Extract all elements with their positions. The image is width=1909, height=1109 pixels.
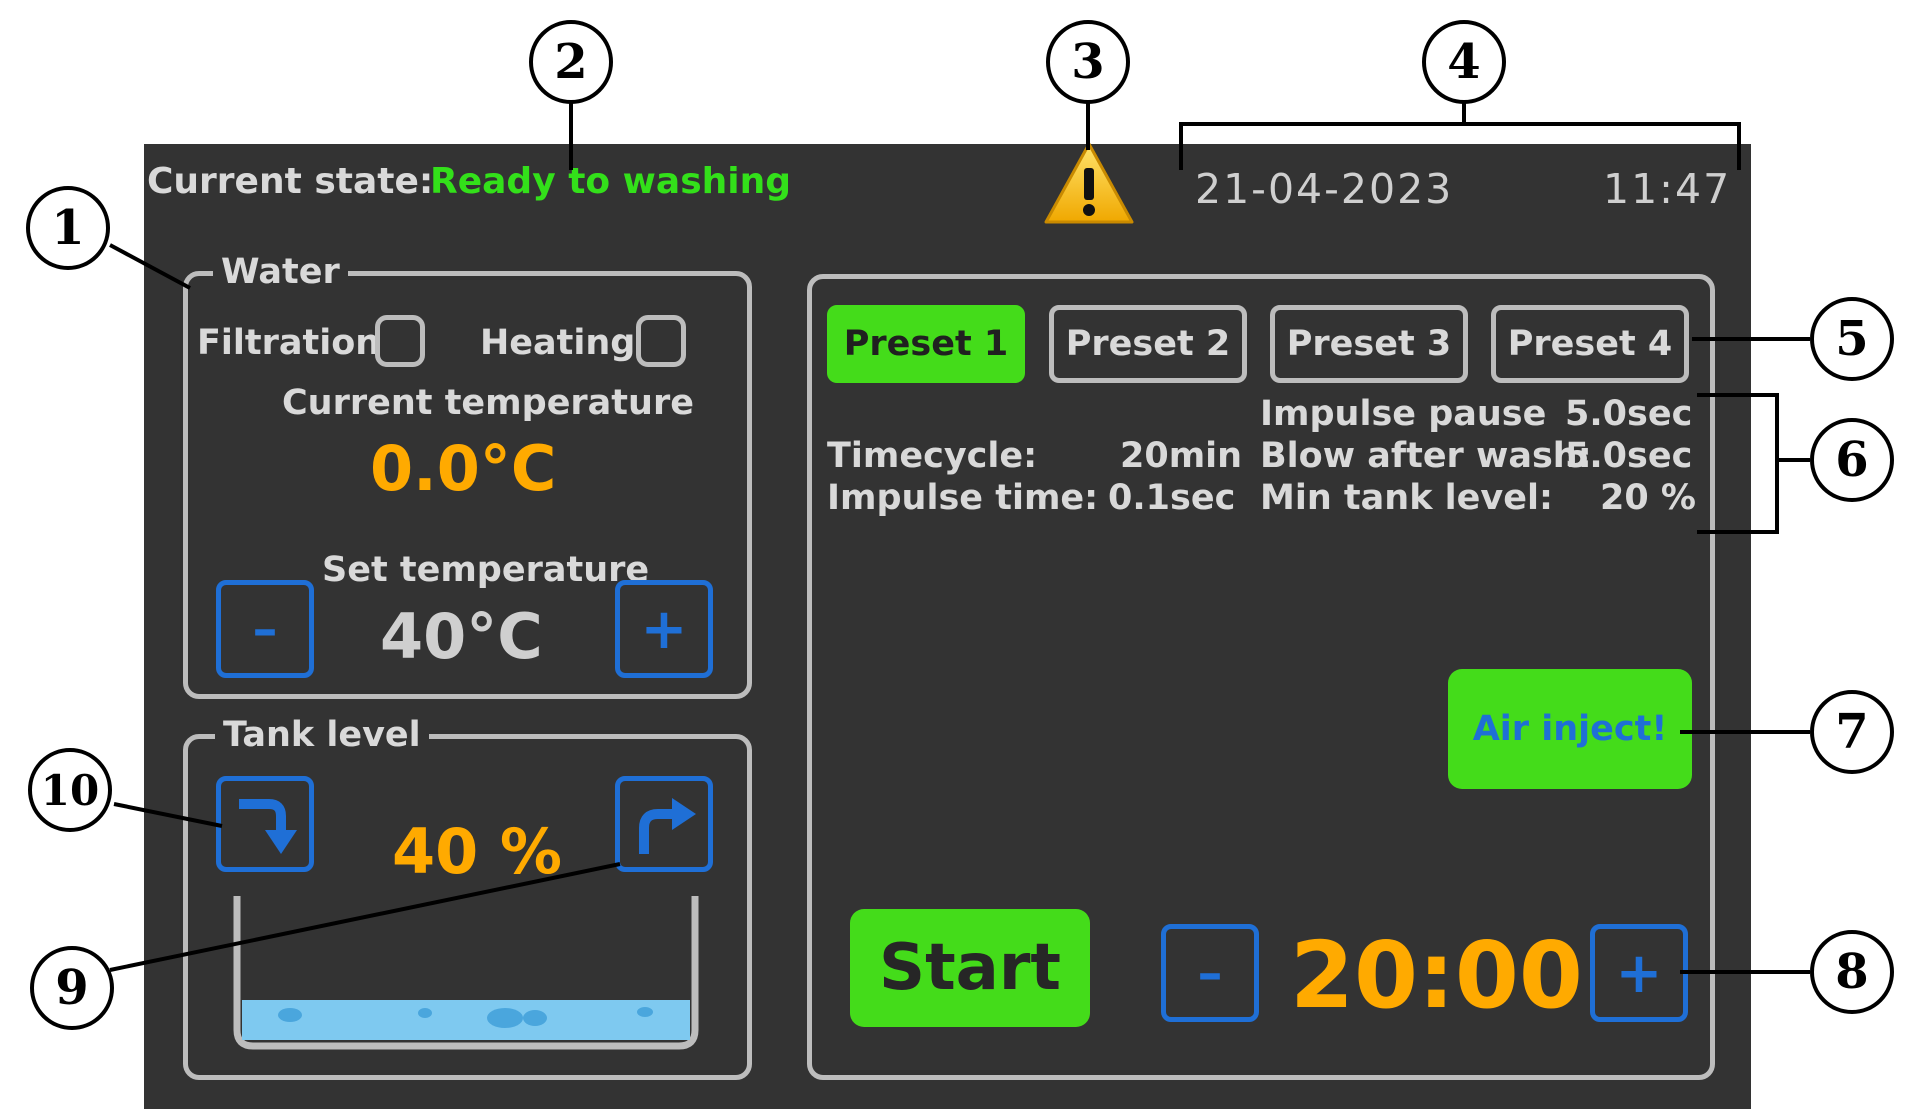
preset-1-button[interactable]: Preset 1: [827, 305, 1025, 383]
tank-drain-button[interactable]: [216, 776, 314, 872]
current-state-value: Ready to washing: [430, 161, 792, 202]
preset-2-button[interactable]: Preset 2: [1049, 305, 1247, 383]
timecycle-value: 20min: [1120, 436, 1243, 476]
timer-increase-button[interactable]: +: [1590, 924, 1688, 1022]
preset-3-button[interactable]: Preset 3: [1270, 305, 1468, 383]
set-temperature-value: 40°C: [380, 600, 543, 673]
air-inject-label: Air inject!: [1472, 709, 1668, 749]
callout-4: 4: [1422, 20, 1506, 104]
timer-decrease-button[interactable]: –: [1161, 924, 1259, 1022]
tank-fill-button[interactable]: [615, 776, 713, 872]
current-temperature-label: Current temperature: [282, 383, 694, 423]
time-display: 11:47: [1603, 165, 1732, 213]
callout-8: 8: [1810, 930, 1894, 1014]
tank-level-value: 40 %: [392, 815, 562, 888]
minus-icon: –: [252, 600, 278, 658]
blow-after-wash-label: Blow after wash:: [1260, 436, 1592, 476]
callout-9: 9: [30, 946, 114, 1030]
impulse-pause-value: 5.0sec: [1565, 394, 1693, 434]
filtration-checkbox[interactable]: [375, 315, 425, 367]
temperature-decrease-button[interactable]: –: [216, 580, 314, 678]
callout-7: 7: [1810, 690, 1894, 774]
callout-10: 10: [28, 748, 112, 832]
heating-label: Heating: [480, 323, 636, 363]
preset-4-label: Preset 4: [1507, 324, 1673, 364]
timecycle-label: Timecycle:: [827, 436, 1038, 476]
callout-3: 3: [1046, 20, 1130, 104]
air-inject-button[interactable]: Air inject!: [1448, 669, 1692, 789]
callout-1: 1: [26, 186, 110, 270]
current-state-label: Current state:: [147, 161, 434, 202]
min-tank-level-value: 20 %: [1600, 478, 1696, 518]
preset-3-label: Preset 3: [1286, 324, 1452, 364]
water-panel-title: Water: [213, 252, 348, 292]
set-temperature-label: Set temperature: [322, 550, 650, 590]
impulse-time-label: Impulse time:: [827, 478, 1099, 518]
impulse-time-value: 0.1sec: [1108, 478, 1236, 518]
timer-value: 20:00: [1290, 922, 1583, 1029]
callout-6: 6: [1810, 418, 1894, 502]
impulse-pause-label: Impulse pause: [1260, 394, 1547, 434]
plus-icon: +: [640, 596, 688, 662]
callout-5: 5: [1810, 297, 1894, 381]
plus-icon: +: [1615, 940, 1663, 1006]
temperature-increase-button[interactable]: +: [615, 580, 713, 678]
callout-2: 2: [529, 20, 613, 104]
preset-1-label: Preset 1: [843, 324, 1009, 364]
filtration-label: Filtration: [197, 323, 381, 363]
minus-icon: –: [1197, 944, 1223, 1002]
arrow-turn-down-icon: [239, 799, 297, 854]
preset-4-button[interactable]: Preset 4: [1491, 305, 1689, 383]
current-temperature-value: 0.0°C: [370, 432, 557, 505]
arrow-turn-right-icon: [639, 798, 696, 854]
start-button[interactable]: Start: [850, 909, 1090, 1027]
tank-level-title: Tank level: [215, 715, 429, 755]
date-display: 21-04-2023: [1195, 165, 1454, 213]
heating-checkbox[interactable]: [636, 315, 686, 367]
warning-triangle-icon[interactable]: [1043, 140, 1135, 226]
preset-2-label: Preset 2: [1065, 324, 1231, 364]
blow-after-wash-value: 5.0sec: [1565, 436, 1693, 476]
start-label: Start: [878, 931, 1062, 1005]
min-tank-level-label: Min tank level:: [1260, 478, 1553, 518]
